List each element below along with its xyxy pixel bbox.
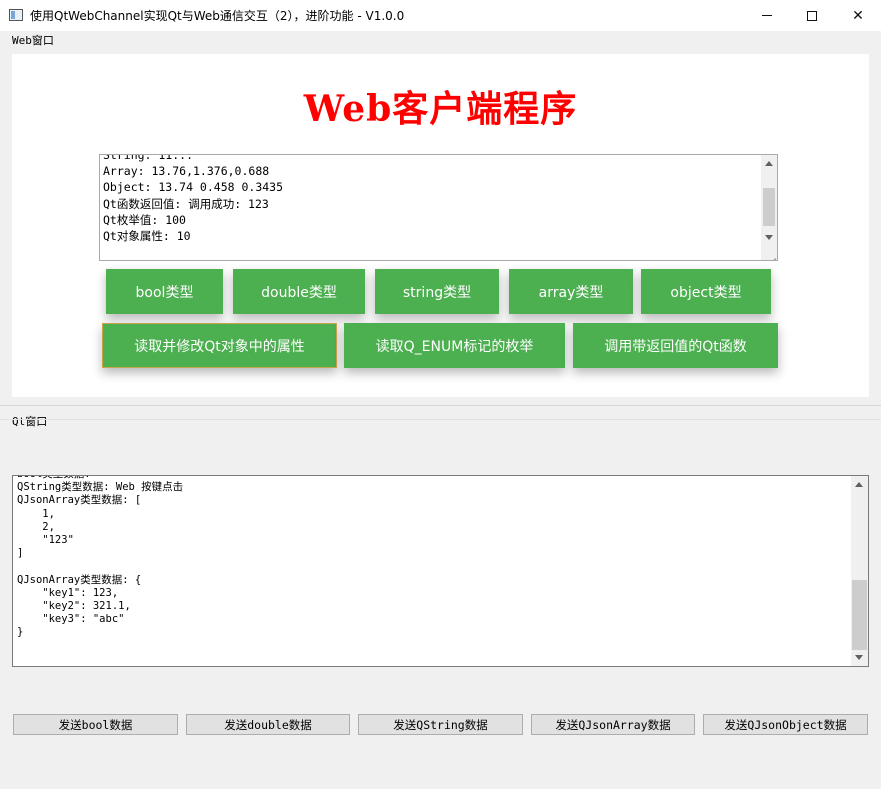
- group-separator: [0, 405, 881, 406]
- app-icon: [9, 9, 23, 21]
- double-type-button[interactable]: double类型: [233, 269, 365, 314]
- minimize-icon: [762, 15, 772, 16]
- scroll-up-arrow-icon[interactable]: [765, 161, 773, 166]
- qt-group-label: Qt窗口: [12, 415, 48, 428]
- web-log-text: String: 11... Array: 13.76,1.376,0.688 O…: [103, 154, 284, 244]
- qt-log-textedit[interactable]: bool类型数据: QString类型数据: Web 按键点击 QJsonArr…: [12, 475, 869, 667]
- window-title: 使用QtWebChannel实现Qt与Web通信交互（2），进阶功能 - V1.…: [30, 9, 405, 23]
- qt-log-text: bool类型数据: QString类型数据: Web 按键点击 QJsonArr…: [17, 476, 184, 639]
- scroll-down-arrow-icon[interactable]: [765, 235, 773, 240]
- bool-type-button[interactable]: bool类型: [106, 269, 223, 314]
- web-log-scrollbar[interactable]: [761, 155, 777, 260]
- resize-grip-icon[interactable]: [766, 249, 776, 259]
- close-button[interactable]: ✕: [835, 0, 881, 31]
- maximize-button[interactable]: [789, 0, 835, 31]
- qt-log-scrollbar[interactable]: [851, 476, 868, 666]
- send-qstring-button[interactable]: 发送QString数据: [358, 714, 523, 735]
- close-icon: ✕: [852, 7, 864, 24]
- string-type-button[interactable]: string类型: [375, 269, 499, 314]
- maximize-icon: [807, 10, 817, 21]
- minimize-button[interactable]: [744, 0, 790, 31]
- scroll-down-arrow-icon[interactable]: [855, 655, 863, 660]
- web-view: Web客户端程序 String: 11... Array: 13.76,1.37…: [12, 54, 869, 397]
- send-double-button[interactable]: 发送double数据: [186, 714, 350, 735]
- scroll-thumb[interactable]: [852, 580, 867, 650]
- title-bar: 使用QtWebChannel实现Qt与Web通信交互（2），进阶功能 - V1.…: [0, 0, 881, 31]
- array-type-button[interactable]: array类型: [509, 269, 633, 314]
- object-type-button[interactable]: object类型: [641, 269, 771, 314]
- read-modify-qt-property-button[interactable]: 读取并修改Qt对象中的属性: [102, 323, 337, 368]
- scroll-thumb[interactable]: [763, 188, 775, 226]
- read-qenum-button[interactable]: 读取Q_ENUM标记的枚举: [344, 323, 565, 368]
- web-group-label: Web窗口: [12, 34, 54, 47]
- page-title: Web客户端程序: [303, 88, 578, 130]
- send-bool-button[interactable]: 发送bool数据: [13, 714, 178, 735]
- call-qt-function-button[interactable]: 调用带返回值的Qt函数: [573, 323, 778, 368]
- scroll-up-arrow-icon[interactable]: [855, 482, 863, 487]
- send-qjsonarray-button[interactable]: 发送QJsonArray数据: [531, 714, 695, 735]
- web-log-textarea[interactable]: String: 11... Array: 13.76,1.376,0.688 O…: [99, 154, 778, 261]
- send-qjsonobject-button[interactable]: 发送QJsonObject数据: [703, 714, 868, 735]
- group-separator: [0, 419, 881, 420]
